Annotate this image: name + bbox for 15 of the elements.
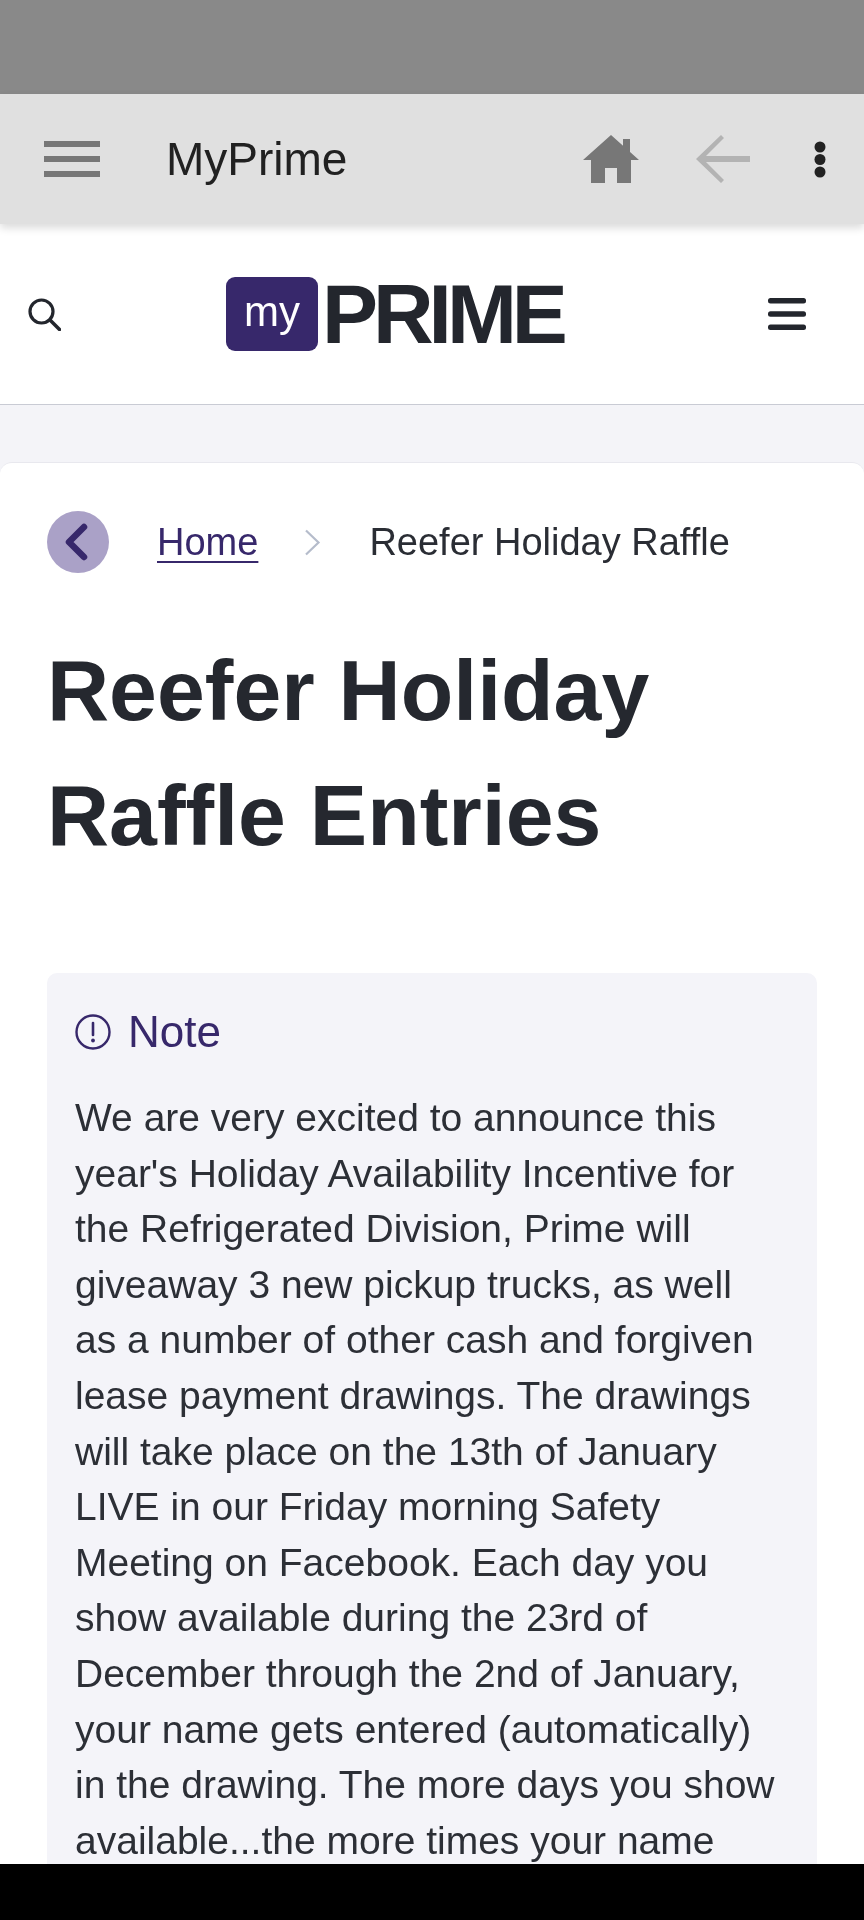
logo-wordmark: PRIME [322, 277, 563, 351]
menu-icon[interactable] [768, 298, 806, 330]
note-heading: Note [128, 1007, 221, 1057]
chevron-left-icon [64, 523, 88, 561]
home-icon[interactable] [583, 135, 639, 183]
note-text: We are very excited to announce this year's Holiday Availability Incentive for the Refrigerated Division, Prime will giveaway 3 new pickup trucks, as well as a number of other cash and forgiven lease payment drawings. The drawings will take place on the 13th of January LIVE in our Friday morning Safety Meeting on Facebook. Each day you show available during the 23rd of December through the 2nd of January, your name gets entered (automatically) in the drawing. The more days you show available...the more times your name [75, 1095, 776, 1864]
breadcrumb-link[interactable]: Home [157, 519, 259, 565]
breadcrumb-current: Reefer Holiday Raffle [369, 520, 730, 565]
search-icon[interactable] [28, 297, 61, 331]
app-title: MyPrime [166, 132, 348, 187]
page-title: Reefer Holiday Raffle Entries [47, 641, 651, 865]
info-icon [75, 1014, 111, 1050]
chevron-right-icon [304, 528, 322, 556]
logo-badge: my [226, 277, 318, 351]
more-vertical-icon[interactable] [814, 140, 826, 178]
